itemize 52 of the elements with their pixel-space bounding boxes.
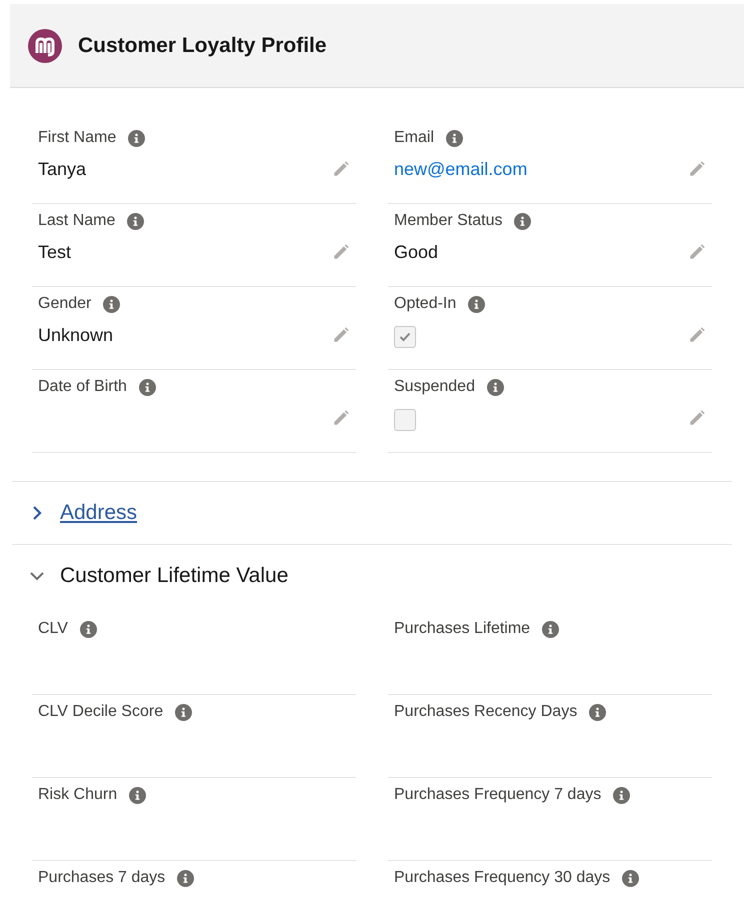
- field-value: Unknown: [38, 324, 114, 346]
- field-label: Last Name: [38, 211, 116, 231]
- logo-icon: [28, 28, 62, 62]
- pencil-icon[interactable]: [332, 160, 350, 178]
- info-icon: [446, 130, 464, 146]
- pencil-icon[interactable]: [688, 243, 706, 261]
- info-icon: [103, 296, 120, 312]
- field-value: Good: [394, 240, 438, 264]
- info-icon: [589, 704, 606, 720]
- field-label: Gender: [38, 294, 92, 314]
- pencil-icon[interactable]: [688, 160, 706, 178]
- pencil-icon[interactable]: [332, 409, 350, 427]
- info-icon: [486, 378, 504, 396]
- field-label: Purchases Frequency 7 days: [394, 785, 602, 805]
- info-icon: [542, 620, 560, 638]
- field-label: First Name: [38, 128, 116, 148]
- field-label: Purchases Recency Days: [394, 702, 578, 722]
- info-icon: [129, 786, 146, 804]
- checkbox[interactable]: [394, 326, 416, 348]
- info-icon: [622, 870, 640, 886]
- pencil-icon[interactable]: [688, 409, 706, 427]
- info-icon: [177, 870, 194, 886]
- header-title: Customer Loyalty Profile: [78, 32, 327, 59]
- section-toggle[interactable]: Customer Lifetime Value: [28, 560, 288, 592]
- info-icon: [468, 296, 486, 312]
- field-label: Date of Birth: [38, 377, 127, 397]
- info-icon: [128, 130, 146, 146]
- field-label: Risk Churn: [38, 785, 118, 805]
- field-label: Suspended: [394, 377, 475, 397]
- pencil-icon[interactable]: [332, 326, 350, 344]
- field-label: Member Status: [394, 211, 502, 231]
- field-value: Test: [38, 240, 72, 264]
- field-label: CLV: [38, 619, 68, 639]
- info-icon: [175, 704, 192, 720]
- field-label: CLV Decile Score: [38, 702, 164, 722]
- pencil-icon[interactable]: [332, 243, 350, 261]
- section-toggle[interactable]: Address: [28, 497, 138, 529]
- field-label: Purchases Frequency 30 days: [394, 868, 610, 888]
- info-icon: [613, 786, 630, 804]
- email-link[interactable]: new@email.com: [394, 156, 528, 182]
- info-icon: [127, 212, 144, 230]
- checkmark-icon: [399, 332, 411, 342]
- field-label: Opted-In: [394, 294, 456, 314]
- info-icon: [514, 212, 532, 230]
- field-label: Email: [394, 128, 434, 148]
- checkbox[interactable]: [394, 409, 416, 431]
- info-icon: [138, 378, 156, 396]
- field-value: Tanya: [38, 158, 86, 181]
- pencil-icon[interactable]: [688, 326, 706, 344]
- field-label: Purchases Lifetime: [394, 619, 530, 639]
- info-icon: [80, 620, 97, 638]
- field-label: Purchases 7 days: [38, 868, 166, 888]
